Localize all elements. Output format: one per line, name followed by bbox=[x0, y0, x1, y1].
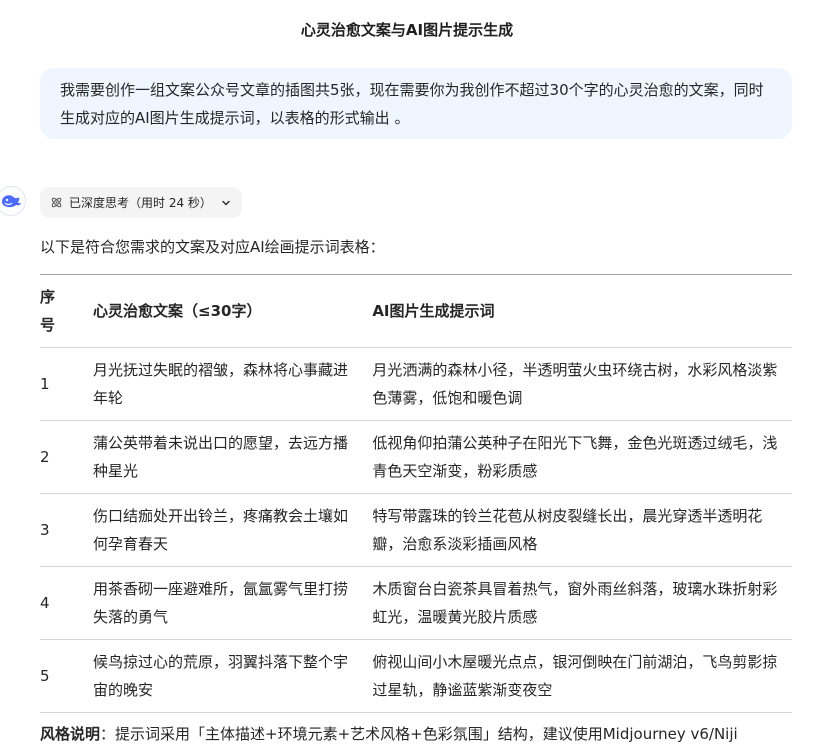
row-index: 3 bbox=[40, 521, 50, 539]
table-row: 3 伤口结痂处开出铃兰，疼痛教会土壤如何孕育春天 特写带露珠的铃兰花苞从树皮裂缝… bbox=[40, 493, 792, 567]
table-row: 4 用茶香砌一座避难所，氤氲雾气里打捞失落的勇气 木质窗台白瓷茶具冒着热气，窗外… bbox=[40, 566, 792, 640]
table-row: 5 候鸟掠过心的荒原，羽翼抖落下整个宇宙的晚安 俯视山间小木屋暖光点点，银河倒映… bbox=[40, 639, 792, 713]
style-note-label: 风格说明 bbox=[40, 725, 101, 743]
row-copy: 蒲公英带着未说出口的愿望，去远方播种星光 bbox=[93, 434, 349, 480]
row-index: 5 bbox=[40, 667, 50, 685]
row-prompt: 俯视山间小木屋暖光点点，银河倒映在门前湖泊，飞鸟剪影掠过星轨，静谧蓝紫渐变夜空 bbox=[372, 653, 778, 699]
response-intro: 以下是符合您需求的文案及对应AI绘画提示词表格： bbox=[40, 238, 385, 256]
row-prompt: 特写带露珠的铃兰花苞从树皮裂缝长出，晨光穿透半透明花瓣，治愈系淡彩插画风格 bbox=[372, 507, 763, 553]
thinking-toggle-button[interactable]: 已深度思考（用时 24 秒） bbox=[40, 187, 242, 218]
row-index: 4 bbox=[40, 594, 50, 612]
row-prompt: 低视角仰拍蒲公英种子在阳光下飞舞，金色光斑透过绒毛，浅青色天空渐变，粉彩质感 bbox=[372, 434, 778, 480]
style-note-text: ：提示词采用「主体描述+环境元素+艺术风格+色彩氛围」结构，建议使用Midjou… bbox=[100, 725, 738, 743]
row-index: 1 bbox=[40, 375, 50, 393]
row-prompt: 木质窗台白瓷茶具冒着热气，窗外雨丝斜落，玻璃水珠折射彩虹光，温暖黄光胶片质感 bbox=[372, 580, 778, 626]
row-prompt: 月光洒满的森林小径，半透明萤火虫环绕古树，水彩风格淡紫色薄雾，低饱和暖色调 bbox=[372, 361, 778, 407]
row-copy: 用茶香砌一座避难所，氤氲雾气里打捞失落的勇气 bbox=[93, 580, 349, 626]
assistant-logo bbox=[0, 186, 26, 216]
page-title: 心灵治愈文案与AI图片提示生成 bbox=[300, 21, 514, 39]
header-copy: 心灵治愈文案（≤30字） bbox=[93, 302, 262, 320]
result-table: 序号 心灵治愈文案（≤30字） AI图片生成提示词 1 月光抚过失眠的褶皱，森林… bbox=[40, 274, 792, 713]
row-copy: 伤口结痂处开出铃兰，疼痛教会土壤如何孕育春天 bbox=[93, 507, 349, 553]
row-index: 2 bbox=[40, 448, 50, 466]
whale-logo-icon bbox=[2, 195, 21, 208]
row-copy: 候鸟掠过心的荒原，羽翼抖落下整个宇宙的晚安 bbox=[93, 653, 349, 699]
header-prompt: AI图片生成提示词 bbox=[372, 302, 495, 320]
style-note: 风格说明：提示词采用「主体描述+环境元素+艺术风格+色彩氛围」结构，建议使用Mi… bbox=[40, 720, 800, 748]
table-row: 2 蒲公英带着未说出口的愿望，去远方播种星光 低视角仰拍蒲公英种子在阳光下飞舞，… bbox=[40, 420, 792, 494]
row-copy: 月光抚过失眠的褶皱，森林将心事藏进年轮 bbox=[93, 361, 349, 407]
chevron-down-icon bbox=[220, 197, 232, 209]
atom-icon bbox=[50, 196, 63, 209]
table-row: 1 月光抚过失眠的褶皱，森林将心事藏进年轮 月光洒满的森林小径，半透明萤火虫环绕… bbox=[40, 347, 792, 421]
thinking-label: 已深度思考（用时 24 秒） bbox=[69, 196, 212, 210]
header-index: 序号 bbox=[40, 288, 56, 334]
table-header-row: 序号 心灵治愈文案（≤30字） AI图片生成提示词 bbox=[40, 274, 792, 348]
user-message-text: 我需要创作一组文案公众号文章的插图共5张，现在需要你为我创作不超过30个字的心灵… bbox=[60, 81, 764, 127]
user-message-bubble: 我需要创作一组文案公众号文章的插图共5张，现在需要你为我创作不超过30个字的心灵… bbox=[40, 68, 792, 139]
